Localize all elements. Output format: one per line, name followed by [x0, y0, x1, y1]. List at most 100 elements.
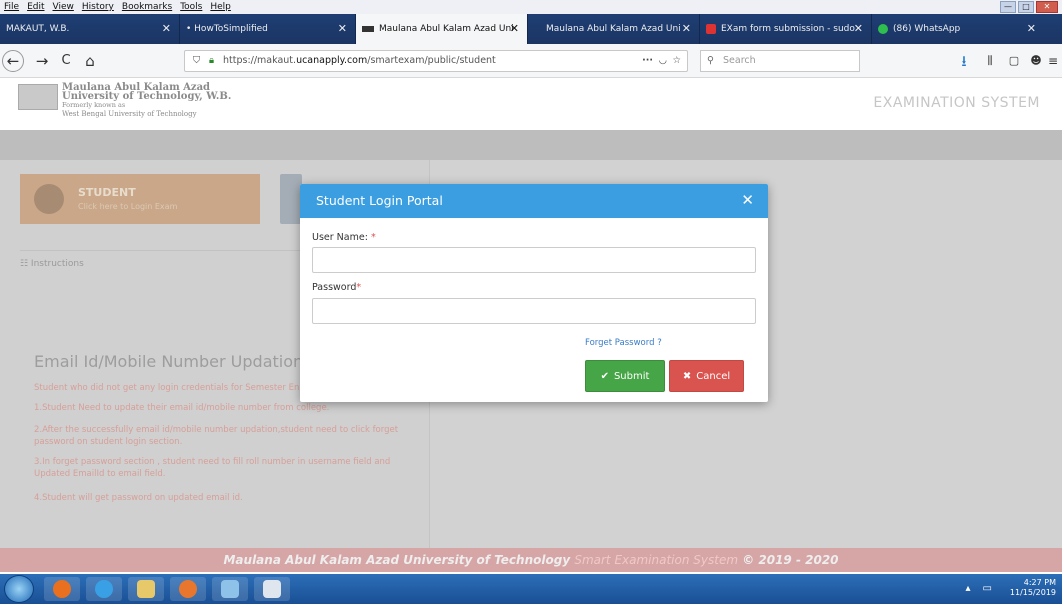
start-button[interactable]: [4, 575, 34, 603]
pocket-icon[interactable]: ◡: [659, 51, 667, 71]
url-domain: ucanapply.com: [296, 55, 368, 66]
password-label: Password*: [312, 282, 361, 293]
forgot-password-link[interactable]: Forget Password ?: [585, 338, 662, 348]
bookmark-star-icon[interactable]: ☆: [672, 51, 681, 71]
username-label-text: User Name:: [312, 232, 368, 243]
whatsapp-icon: [878, 24, 888, 34]
search-input[interactable]: ⚲ Search: [700, 50, 860, 72]
instruction-line: Updated EmailId to email field.: [34, 469, 166, 479]
url-path: /smartexam/public/student: [367, 55, 496, 66]
search-placeholder: Search: [723, 55, 756, 66]
cancel-button[interactable]: ✖ Cancel: [669, 360, 744, 392]
folder-icon: [137, 580, 155, 598]
taskbar-firefox[interactable]: [44, 577, 80, 601]
library-icon[interactable]: ⫼: [980, 51, 1000, 71]
window-close-button[interactable]: ✕: [1036, 1, 1058, 13]
instruction-line: 4.Student will get password on updated e…: [34, 493, 243, 503]
back-button[interactable]: ←: [2, 50, 24, 72]
sidebar-icon[interactable]: ▢: [1004, 51, 1024, 71]
tab-exam-form[interactable]: EXam form submission - sudo ✕: [700, 14, 872, 44]
student-login-card[interactable]: STUDENT Click here to Login Exam: [20, 174, 260, 224]
student-card-subtitle: Click here to Login Exam: [78, 202, 178, 211]
menu-view[interactable]: View: [53, 2, 74, 12]
taskbar-paint[interactable]: [254, 577, 290, 601]
uni-line-3: Formerly known as: [62, 101, 126, 109]
taskbar-app[interactable]: [212, 577, 248, 601]
menu-help[interactable]: Help: [210, 2, 231, 12]
footer-copyright: © 2019 - 2020: [742, 553, 839, 567]
username-field[interactable]: [312, 247, 756, 273]
tab-close-icon[interactable]: ✕: [682, 22, 691, 35]
network-icon[interactable]: ▭: [983, 583, 992, 594]
url-prefix: https://makaut.: [223, 55, 297, 66]
tab-makaut-active[interactable]: Maulana Abul Kalam Azad Uni ✕: [356, 14, 528, 44]
footer-university: Maulana Abul Kalam Azad University of Te…: [223, 553, 571, 567]
reload-button[interactable]: C: [56, 51, 76, 71]
tray-arrow-icon[interactable]: ▴: [966, 583, 971, 594]
minimize-button[interactable]: —: [1000, 1, 1016, 13]
tab-close-icon[interactable]: ✕: [162, 22, 171, 35]
menu-history[interactable]: History: [82, 2, 114, 12]
download-icon[interactable]: ⭳: [954, 51, 974, 71]
taskbar-explorer[interactable]: [128, 577, 164, 601]
examination-system-title: EXAMINATION SYSTEM: [873, 95, 1040, 111]
submit-label: Submit: [613, 370, 650, 382]
university-name: Maulana Abul Kalam Azad University of Te…: [62, 83, 272, 119]
lock-icon: 🔒︎: [209, 55, 215, 66]
menu-bar: File Edit View History Bookmarks Tools H…: [0, 0, 1062, 14]
graduation-cap-icon: [362, 26, 374, 32]
ie-icon: [95, 580, 113, 598]
check-icon: ✔: [600, 370, 609, 382]
search-icon: ⚲: [707, 55, 714, 66]
tab-strip: MAKAUT, W.B. ✕ • HowToSimplified ✕ Maula…: [0, 14, 1062, 44]
hamburger-menu-icon[interactable]: ≡: [1046, 51, 1060, 71]
uni-line-4: West Bengal University of Technology: [62, 110, 197, 118]
modal-close-button[interactable]: ✕: [741, 191, 754, 209]
tab-whatsapp[interactable]: (86) WhatsApp ✕: [872, 14, 1044, 44]
nav-bar: ← → C ⌂ ⛉ 🔒︎ https://makaut.ucanapply.co…: [0, 44, 1062, 78]
password-field[interactable]: [312, 298, 756, 324]
home-button[interactable]: ⌂: [80, 51, 100, 71]
tab-close-icon[interactable]: ✕: [1027, 22, 1036, 35]
clock[interactable]: 4:27 PM 11/15/2019: [1010, 578, 1056, 598]
clock-date: 11/15/2019: [1009, 588, 1056, 597]
tab-close-icon[interactable]: ✕: [510, 22, 519, 35]
forward-button[interactable]: →: [32, 51, 52, 71]
paint-icon: [263, 580, 281, 598]
close-icon: ✖: [682, 370, 692, 382]
taskbar-ie[interactable]: [86, 577, 122, 601]
taskbar: ▴ ▭ 4:27 PM 11/15/2019: [0, 574, 1062, 604]
shield-icon: ⛉: [193, 55, 201, 66]
tab-makaut[interactable]: MAKAUT, W.B. ✕: [0, 14, 180, 44]
clipboard-card-icon[interactable]: [280, 174, 302, 224]
menu-bookmarks[interactable]: Bookmarks: [122, 2, 172, 12]
nav-strip: [0, 130, 1062, 160]
required-marker: *: [370, 232, 376, 243]
window-controls: — □ ✕: [1000, 1, 1058, 13]
student-avatar-icon: [34, 184, 64, 214]
menu-tools[interactable]: Tools: [180, 2, 202, 12]
instruction-line: password on student login section.: [34, 437, 183, 447]
university-logo: [18, 84, 58, 110]
instruction-line: 3.In forget password section , student n…: [34, 457, 391, 467]
footer-system: Smart Examination System: [574, 553, 739, 567]
tab-close-icon[interactable]: ✕: [854, 22, 863, 35]
app-icon: [221, 580, 239, 598]
account-icon[interactable]: ☻: [1026, 51, 1046, 71]
menu-file[interactable]: File: [4, 2, 19, 12]
taskbar-media[interactable]: [170, 577, 206, 601]
maximize-button[interactable]: □: [1018, 1, 1034, 13]
page-actions-icon[interactable]: ···: [642, 51, 653, 71]
modal-header: Student Login Portal ✕: [300, 184, 768, 218]
tab-label: • HowToSimplified: [186, 24, 268, 34]
mail-icon: [706, 24, 716, 34]
submit-button[interactable]: ✔ Submit: [585, 360, 665, 392]
tab-makaut-2[interactable]: Maulana Abul Kalam Azad Uni ✕: [528, 14, 700, 44]
tab-close-icon[interactable]: ✕: [338, 22, 347, 35]
url-bar[interactable]: ⛉ 🔒︎ https://makaut.ucanapply.com/smarte…: [184, 50, 688, 72]
tab-label: EXam form submission - sudo: [721, 24, 855, 34]
menu-edit[interactable]: Edit: [27, 2, 44, 12]
required-marker: *: [356, 282, 362, 293]
password-label-text: Password: [312, 282, 357, 293]
tab-howtosimplified[interactable]: • HowToSimplified ✕: [180, 14, 356, 44]
